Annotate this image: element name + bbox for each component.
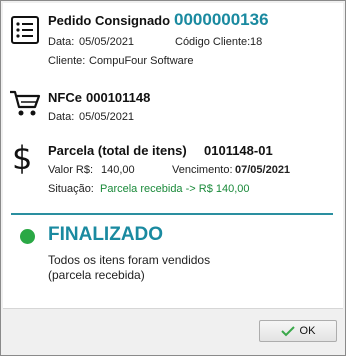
info-panel: Pedido Consignado 0000000136 Data: 05/05…: [3, 3, 343, 309]
cliente-label: Cliente:: [48, 55, 86, 67]
status-description: Todos os itens foram vendidos (parcela r…: [48, 253, 288, 283]
cliente-value: CompuFour Software: [89, 55, 194, 67]
cart-icon: [10, 90, 41, 116]
situacao-label: Situação:: [48, 183, 94, 195]
pedido-number: 0000000136: [174, 10, 269, 29]
situacao-value: Parcela recebida -> R$ 140,00: [100, 183, 250, 195]
nfce-data-value: 05/05/2021: [79, 111, 135, 123]
dollar-icon: $: [12, 139, 33, 177]
vencimento-value: 07/05/2021: [235, 164, 291, 176]
status-line-1: Todos os itens foram vendidos: [48, 253, 211, 267]
parcela-title: Parcela (total de itens): [48, 143, 187, 158]
status-line-2: (parcela recebida): [48, 268, 145, 282]
cliente-codigo-value: 18: [250, 36, 263, 48]
checkmark-icon: [280, 326, 295, 337]
ok-button-label: OK: [299, 325, 316, 337]
nfce-title: NFCe: [48, 90, 82, 105]
parcela-valor-value: 140,00: [101, 164, 135, 176]
cliente-codigo-label: Código Cliente:: [175, 36, 251, 48]
pedido-data-label: Data:: [48, 36, 75, 48]
nfce-number: 000101148: [86, 90, 151, 105]
parcela-number: 0101148-01: [204, 143, 273, 158]
pedido-data-value: 05/05/2021: [79, 36, 135, 48]
status-title: FINALIZADO: [48, 224, 164, 245]
section-divider: [11, 213, 333, 215]
parcela-valor-label: Valor R$:: [48, 164, 94, 176]
list-icon: [11, 16, 39, 44]
ok-button[interactable]: OK: [259, 320, 337, 342]
nfce-data-label: Data:: [48, 111, 75, 123]
dialog-window: Pedido Consignado 0000000136 Data: 05/05…: [0, 0, 346, 356]
pedido-title: Pedido Consignado: [48, 13, 171, 28]
vencimento-label: Vencimento:: [172, 164, 233, 176]
status-indicator: [20, 229, 35, 244]
